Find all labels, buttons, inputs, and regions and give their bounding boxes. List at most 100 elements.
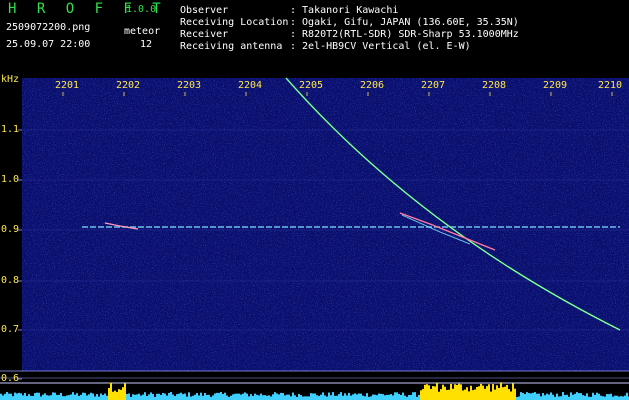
level-bar [276,393,278,400]
level-bar [278,394,280,400]
level-bar [612,396,614,400]
level-bar [522,392,524,400]
level-bar [356,394,358,400]
level-bar [500,382,502,400]
level-bar [478,386,480,400]
level-bar [510,391,512,400]
level-bar [526,392,528,400]
level-bar [496,385,498,400]
level-bar [192,395,194,400]
level-bar [78,395,80,400]
level-bar [26,396,28,400]
level-bar [558,396,560,400]
level-bar [212,395,214,400]
level-bar [6,392,8,400]
level-bar [326,396,328,400]
level-bar [486,386,488,400]
level-bar [330,395,332,400]
frequency-unit-label: kHz [1,74,20,85]
level-bar [386,394,388,400]
level-bar [204,392,206,400]
level-bar [582,395,584,400]
freq-tick-label: 0.9 [1,224,20,235]
level-bar [292,392,294,400]
level-bar [438,391,440,400]
level-bar [422,389,424,400]
level-bar [18,392,20,400]
level-bar [28,394,30,400]
level-bar [364,396,366,400]
level-bar [436,382,438,400]
level-bar [246,393,248,400]
level-bar [332,392,334,400]
level-bar [50,395,52,400]
level-bar [514,388,516,400]
level-bar [2,395,4,400]
level-bar [372,394,374,400]
level-bar [234,393,236,400]
level-bar [24,393,26,400]
meteor-label: meteor [124,26,161,37]
freq-tick-label: 0.8 [1,275,20,286]
level-bar [562,392,564,400]
level-bar [488,384,490,400]
level-bar [412,392,414,400]
level-bar [238,393,240,400]
level-bar [120,389,122,400]
level-bar [70,394,72,400]
level-bar [8,393,10,400]
time-tick-label: 2205 [299,80,324,91]
level-bar [56,394,58,400]
level-bar [194,394,196,400]
level-bar [300,395,302,400]
level-bar [126,393,128,400]
level-bar [254,393,256,400]
level-bar [572,394,574,400]
level-bar [186,396,188,400]
level-bar [450,384,452,400]
level-bar [274,392,276,400]
level-bar [82,392,84,400]
level-bar [284,395,286,400]
level-bar [110,382,112,400]
level-bar [456,384,458,400]
level-bar [508,389,510,400]
level-bar [430,388,432,400]
level-bar [224,392,226,400]
level-bar [606,394,608,400]
time-tick-label: 2204 [238,80,263,91]
level-bar [468,391,470,400]
level-bar [314,393,316,400]
level-bar [54,392,56,400]
level-bar [608,394,610,400]
level-bar [244,392,246,400]
level-bar [166,395,168,400]
level-bar [452,388,454,400]
level-bar [76,393,78,400]
level-bar [152,393,154,400]
level-bar [112,391,114,400]
level-bar [72,392,74,400]
level-bar [506,384,508,400]
level-bar [46,395,48,400]
level-bar [64,396,66,400]
level-bar [262,395,264,400]
frequency-ticks [18,129,22,380]
level-bar [396,392,398,400]
level-bar [102,395,104,400]
freq-tick-label: 0.6 [1,373,20,384]
level-bar [94,396,96,400]
level-bar [146,395,148,400]
level-bar [380,393,382,400]
level-bar [598,393,600,400]
level-bar [270,396,272,400]
level-bar [258,395,260,400]
level-bar [184,393,186,400]
level-bar [164,393,166,400]
time-tick-label: 2207 [421,80,446,91]
level-bar [564,394,566,400]
level-bar [132,394,134,400]
level-bar [60,392,62,400]
time-tick-label: 2209 [543,80,568,91]
level-bar [492,384,494,400]
